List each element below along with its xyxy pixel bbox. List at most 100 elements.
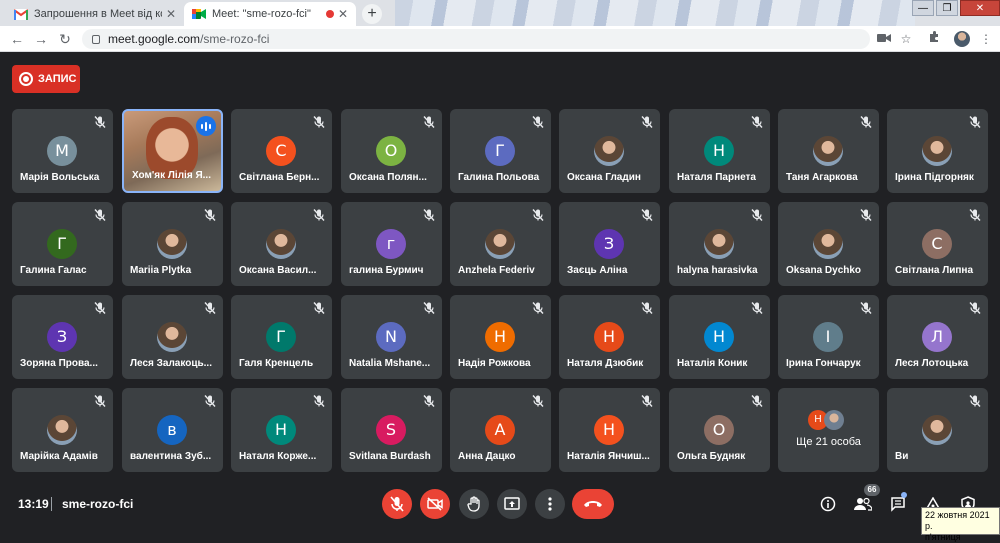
participants-grid: М Марія Вольська Хом'як Лілія Я... С Світлан…: [12, 109, 989, 472]
participant-name: Хом'як Лілія Я...: [132, 170, 211, 181]
participant-tile[interactable]: І Ірина Гончарук: [778, 295, 879, 379]
microphone-toggle-button[interactable]: [382, 489, 412, 519]
participant-tile[interactable]: С Світлана Берн...: [231, 109, 332, 193]
participant-name: Наталя Парнета: [677, 172, 756, 183]
participant-tile[interactable]: Ви: [887, 388, 988, 472]
meeting-code: sme-rozo-fci: [62, 497, 134, 511]
participant-tile[interactable]: Anzhela Federiv: [450, 202, 551, 286]
participant-tile[interactable]: Г Галина Польова: [450, 109, 551, 193]
new-message-indicator: [901, 492, 907, 498]
participant-tile[interactable]: Н Наталія Коник: [669, 295, 770, 379]
participant-tile[interactable]: Н Наталя Дзюбик: [559, 295, 660, 379]
avatar: S: [376, 415, 406, 445]
new-tab-button[interactable]: +: [362, 4, 382, 24]
tab-title: Запрошення в Meet від користу: [34, 8, 162, 20]
restore-icon[interactable]: ❐: [936, 0, 958, 16]
participant-tile[interactable]: С Світлана Липна: [887, 202, 988, 286]
tab-meet[interactable]: Meet: "sme-rozo-fci" ✕: [184, 2, 356, 26]
participant-tile[interactable]: Н Надія Рожкова: [450, 295, 551, 379]
participant-tile[interactable]: А Анна Дацко: [450, 388, 551, 472]
tab-close-icon[interactable]: ✕: [338, 7, 348, 21]
participant-tile[interactable]: Хом'як Лілія Я...: [122, 109, 223, 193]
participant-tile[interactable]: Леся Залакоць...: [122, 295, 223, 379]
participant-tile[interactable]: З Зоряна Прова...: [12, 295, 113, 379]
participant-name: Заєць Аліна: [567, 265, 628, 276]
url-path: /sme-rozo-fci: [200, 32, 270, 46]
avatar: С: [266, 136, 296, 166]
avatar: М: [47, 136, 77, 166]
participant-tile[interactable]: Mariia Plytka: [122, 202, 223, 286]
avatar: Г: [266, 322, 296, 352]
participant-tile[interactable]: Н Наталія Янчиш...: [559, 388, 660, 472]
participant-tile[interactable]: Таня Агаркова: [778, 109, 879, 193]
bookmark-star-icon[interactable]: ☆: [898, 31, 914, 47]
window-controls: — ❐ ✕: [910, 0, 1000, 18]
mic-off-icon: [203, 394, 217, 408]
mic-off-icon: [968, 394, 982, 408]
participant-name: Oksana Dychko: [786, 265, 862, 276]
participant-tile[interactable]: S Svitlana Burdash: [341, 388, 442, 472]
participant-tile[interactable]: Л Леся Лотоцька: [887, 295, 988, 379]
reload-icon[interactable]: ↻: [56, 31, 74, 49]
participant-tile[interactable]: З Заєць Аліна: [559, 202, 660, 286]
participant-tile[interactable]: О Оксана Полян...: [341, 109, 442, 193]
participant-tile[interactable]: halyna harasivka: [669, 202, 770, 286]
participant-tile[interactable]: М Марія Вольська: [12, 109, 113, 193]
avatar: [922, 415, 952, 445]
avatar: С: [922, 229, 952, 259]
participant-tile[interactable]: Оксана Васил...: [231, 202, 332, 286]
mic-off-icon: [750, 208, 764, 222]
participant-tile[interactable]: Марійка Адамів: [12, 388, 113, 472]
avatar: Н: [704, 136, 734, 166]
profile-avatar[interactable]: [954, 31, 970, 47]
avatar: Г: [47, 229, 77, 259]
raise-hand-button[interactable]: [459, 489, 489, 519]
participant-tile[interactable]: N Natalia Mshane...: [341, 295, 442, 379]
avatar: Г: [485, 136, 515, 166]
tab-close-icon[interactable]: ✕: [166, 7, 176, 21]
speaking-indicator-icon: [196, 116, 216, 136]
mic-off-icon: [422, 394, 436, 408]
avatar: [47, 415, 77, 445]
tab-gmail-invite[interactable]: Запрошення в Meet від користу ✕: [6, 2, 184, 26]
people-count-badge: 66: [864, 484, 880, 496]
meet-icon: [192, 8, 206, 20]
people-icon[interactable]: [853, 494, 873, 514]
close-window-icon[interactable]: ✕: [960, 0, 1000, 16]
mic-off-icon: [93, 208, 107, 222]
recording-indicator-icon: [325, 10, 334, 18]
present-screen-button[interactable]: [497, 489, 527, 519]
meeting-time: 13:19: [18, 497, 49, 511]
back-arrow-icon[interactable]: ←: [8, 31, 26, 49]
browser-menu-icon[interactable]: ⋮: [978, 31, 994, 47]
participant-tile[interactable]: Г Галина Галас: [12, 202, 113, 286]
participant-tile[interactable]: Н Наталя Парнета: [669, 109, 770, 193]
participant-name: Галина Польова: [458, 172, 540, 183]
minimize-icon[interactable]: —: [912, 0, 934, 16]
leave-call-button[interactable]: [572, 489, 614, 519]
participant-tile[interactable]: Оксана Гладин: [559, 109, 660, 193]
participant-tile[interactable]: Н Наталя Корже...: [231, 388, 332, 472]
url-host: meet.google.com: [108, 32, 201, 46]
browser-tab-strip: Запрошення в Meet від користу ✕ Meet: "s…: [0, 0, 1000, 26]
participant-name: Галина Галас: [20, 265, 87, 276]
participant-tile[interactable]: Ірина Підгорняк: [887, 109, 988, 193]
participant-name: Світлана Липна: [895, 265, 974, 276]
address-bar[interactable]: meet.google.com/sme-rozo-fci: [82, 29, 870, 49]
meeting-details-icon[interactable]: [818, 494, 838, 514]
forward-arrow-icon[interactable]: →: [32, 31, 50, 49]
participant-tile[interactable]: Oksana Dychko: [778, 202, 879, 286]
camera-toggle-button[interactable]: [420, 489, 450, 519]
participant-tile[interactable]: в валентина Зуб...: [122, 388, 223, 472]
participant-name: Леся Залакоць...: [130, 358, 212, 369]
participant-name: Ви: [895, 451, 909, 462]
participant-tile[interactable]: О Ольга Будняк: [669, 388, 770, 472]
more-options-button[interactable]: [535, 489, 565, 519]
participant-tile[interactable]: Г Галя Кренцель: [231, 295, 332, 379]
recording-button[interactable]: ЗАПИС: [12, 65, 80, 93]
more-participants-tile[interactable]: Н Ще 21 особа: [778, 388, 879, 472]
camera-in-use-icon[interactable]: [876, 31, 892, 47]
extensions-icon[interactable]: [926, 31, 942, 47]
participant-tile[interactable]: г галина Бурмич: [341, 202, 442, 286]
avatar: [266, 229, 296, 259]
